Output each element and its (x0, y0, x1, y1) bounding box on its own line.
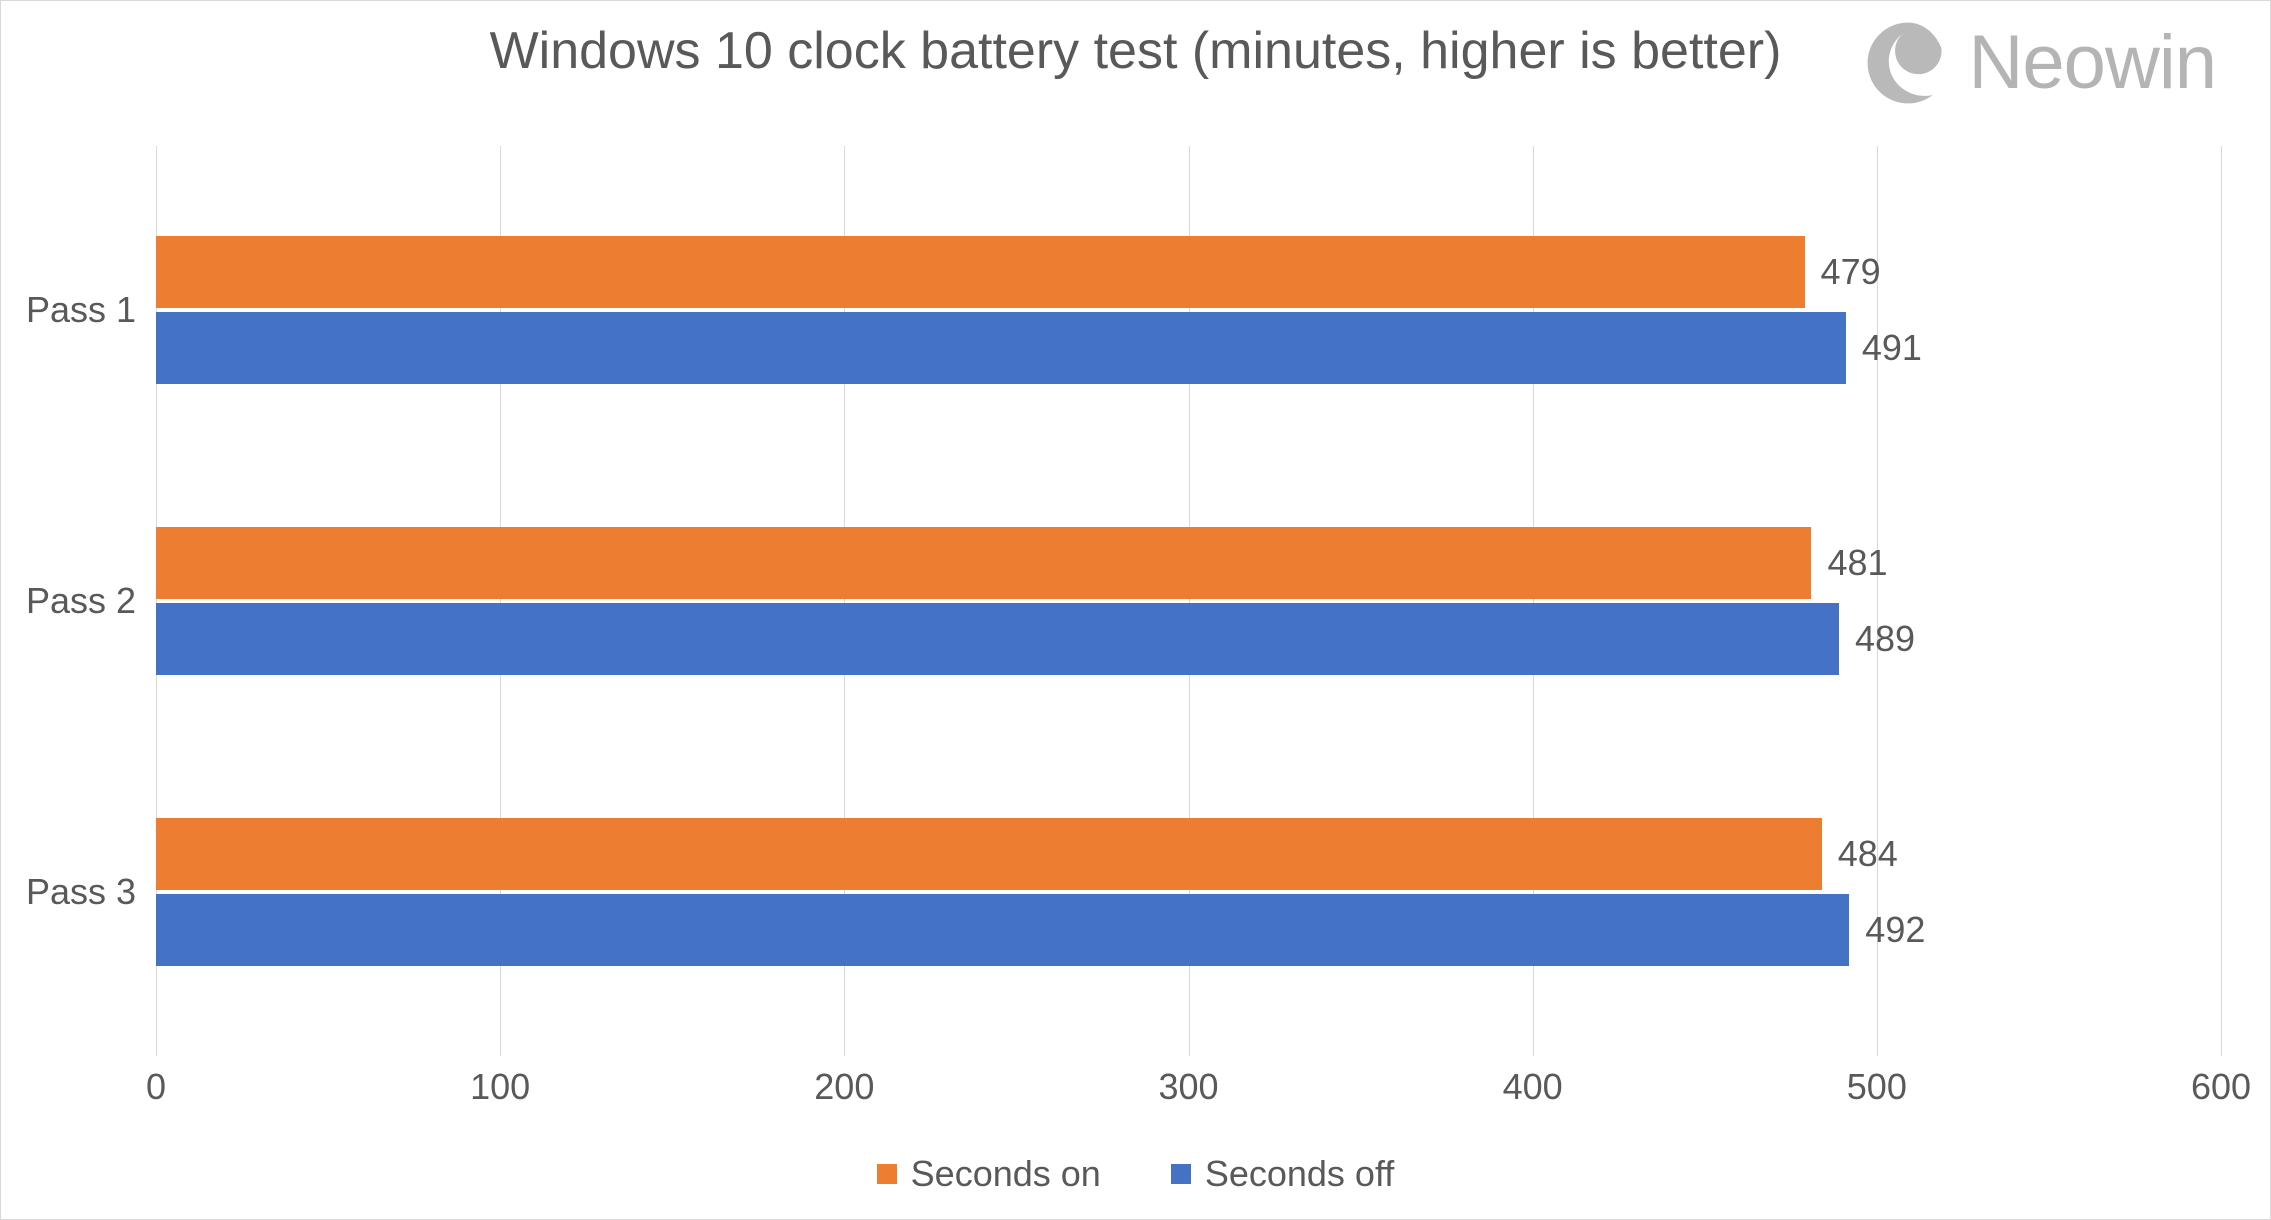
chart-container: Windows 10 clock battery test (minutes, … (0, 0, 2271, 1220)
bar (156, 312, 1846, 384)
bar-value-label: 479 (1821, 251, 1881, 293)
legend: Seconds on Seconds off (1, 1153, 2270, 1195)
legend-label-seconds-on: Seconds on (911, 1153, 1101, 1195)
legend-item-seconds-on: Seconds on (877, 1153, 1101, 1195)
legend-item-seconds-off: Seconds off (1171, 1153, 1394, 1195)
neowin-logo-icon (1865, 20, 1951, 106)
bar (156, 236, 1805, 308)
x-tick-label: 100 (470, 1066, 530, 1108)
x-tick-label: 600 (2191, 1066, 2251, 1108)
watermark: Neowin (1865, 19, 2216, 106)
bar (156, 894, 1849, 966)
bar-value-label: 492 (1865, 909, 1925, 951)
category-label: Pass 1 (26, 289, 136, 331)
bar-value-label: 491 (1862, 327, 1922, 369)
legend-swatch-orange-icon (877, 1164, 897, 1184)
x-tick-label: 0 (146, 1066, 166, 1108)
bar-value-label: 484 (1838, 833, 1898, 875)
category-label: Pass 2 (26, 580, 136, 622)
x-tick-label: 300 (1158, 1066, 1218, 1108)
bar (156, 527, 1811, 599)
x-tick-label: 500 (1847, 1066, 1907, 1108)
bar (156, 603, 1839, 675)
bar-value-label: 481 (1827, 542, 1887, 584)
plot-area: 0100200300400500600Pass 1479491Pass 2481… (156, 146, 2221, 1056)
gridline (2221, 146, 2222, 1056)
x-tick-label: 400 (1503, 1066, 1563, 1108)
legend-label-seconds-off: Seconds off (1205, 1153, 1394, 1195)
bar-value-label: 489 (1855, 618, 1915, 660)
x-tick-label: 200 (814, 1066, 874, 1108)
watermark-text: Neowin (1969, 19, 2216, 106)
legend-swatch-blue-icon (1171, 1164, 1191, 1184)
category-label: Pass 3 (26, 871, 136, 913)
bar (156, 818, 1822, 890)
